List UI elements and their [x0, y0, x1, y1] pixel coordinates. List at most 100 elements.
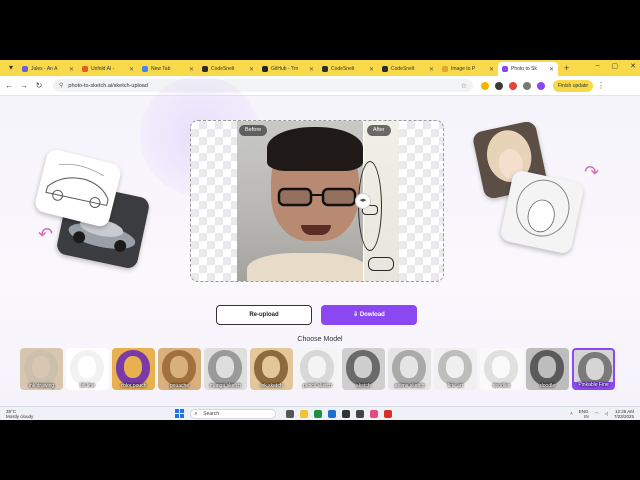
browser-tab[interactable]: New Tab ✕ — [138, 62, 198, 76]
after-label: After — [367, 125, 391, 136]
tab-close-icon[interactable]: ✕ — [249, 66, 254, 73]
browser-tab[interactable]: CodeSnelt ✕ — [198, 62, 258, 76]
back-icon[interactable]: ← — [3, 81, 15, 90]
address-text: photo-to-sketch.ai/sketch-upload — [68, 82, 148, 89]
close-window-icon[interactable]: ✕ — [630, 62, 636, 70]
hair-shape — [267, 127, 363, 171]
extension-icon[interactable] — [509, 81, 517, 90]
model-option[interactable]: gouache — [158, 348, 201, 390]
tab-favicon-icon — [502, 66, 508, 72]
browser-toolbar: ← → ↻ ⚲ photo-to-sketch.ai/sketch-upload… — [0, 76, 640, 96]
tab-favicon-icon — [82, 66, 88, 72]
model-option[interactable]: doodles — [480, 348, 523, 390]
car-sketch-image — [45, 163, 109, 209]
forward-icon[interactable]: → — [18, 81, 30, 90]
reupload-button[interactable]: Re-upload — [216, 305, 312, 325]
model-thumbnail-face — [124, 356, 142, 378]
model-thumbnail-face — [262, 356, 280, 378]
page-content: ↶ ◂▸ Before After ↷ Re-upload ⇩ Dowload … — [0, 76, 640, 406]
taskbar-search[interactable]: Search — [190, 408, 277, 419]
model-label: gouache — [169, 383, 190, 389]
tab-title: GitHub - Trn — [271, 66, 299, 72]
bookmark-star-icon[interactable]: ☆ — [461, 82, 467, 90]
finish-update-button[interactable]: Finish update — [553, 79, 594, 92]
app-icon[interactable] — [356, 409, 365, 418]
tab-favicon-icon — [262, 66, 268, 72]
tab-search-icon[interactable]: ▾ — [4, 62, 18, 74]
model-option[interactable]: ink drawing — [20, 348, 63, 390]
tab-list: Jules - An A ✕ Unfold AI - ✕ New Tab ✕ CodeSn… — [18, 60, 558, 76]
chrome-icon[interactable] — [314, 409, 323, 418]
language-indicator[interactable]: ENG IN — [579, 409, 589, 419]
model-option[interactable]: anime sketch — [388, 348, 431, 390]
model-option[interactable]: bit line — [66, 348, 109, 390]
extension-icon[interactable] — [495, 81, 503, 90]
tab-title: Photo to Sk — [511, 66, 537, 72]
model-thumbnail-face — [354, 356, 372, 378]
language-code: ENG — [578, 408, 589, 414]
browser-tab[interactable]: Unfold AI - ✕ — [78, 62, 138, 76]
wifi-icon[interactable]: ◠ — [595, 411, 599, 417]
browser-tab[interactable]: CodeSnelt ✕ — [378, 62, 438, 76]
model-option[interactable]: manga sketch — [204, 348, 247, 390]
window-controls: – ▢ ✕ — [596, 62, 636, 70]
choose-model-heading: Choose Model — [297, 336, 343, 343]
model-option[interactable]: pencil sketch — [296, 348, 339, 390]
tab-close-icon[interactable]: ✕ — [129, 66, 134, 73]
browser-menu-icon[interactable]: ⋮ — [597, 81, 605, 90]
region-code: IN — [584, 413, 589, 419]
before-after-compare[interactable]: ◂▸ Before After — [190, 120, 444, 282]
browser-tab[interactable]: CodeSnelt ✕ — [318, 62, 378, 76]
browser-tab[interactable]: GitHub - Trn ✕ — [258, 62, 318, 76]
model-list: ink drawing bit line color pouch gouache man… — [20, 348, 620, 392]
model-option[interactable]: Pinkable Fine — [572, 348, 615, 390]
download-button[interactable]: ⇩ Dowload — [321, 305, 417, 325]
task-view-icon[interactable] — [286, 409, 295, 418]
sketch-stroke — [368, 257, 394, 271]
site-info-icon[interactable]: ⚲ — [59, 82, 63, 89]
browser-tab[interactable]: Jules - An A ✕ — [18, 62, 78, 76]
clock[interactable]: 12:26 AM 7/23/2025 — [614, 409, 634, 419]
tab-close-icon[interactable]: ✕ — [489, 66, 494, 73]
tab-close-icon[interactable]: ✕ — [69, 66, 74, 73]
vscode-icon[interactable] — [328, 409, 337, 418]
model-label: anime sketch — [394, 383, 425, 389]
browser-tab[interactable]: Photo to Sk ✕ — [498, 62, 558, 76]
app-icon[interactable] — [370, 409, 379, 418]
minimize-icon[interactable]: – — [596, 62, 600, 70]
tab-favicon-icon — [322, 66, 328, 72]
start-button[interactable] — [175, 409, 185, 418]
model-thumbnail-face — [538, 356, 556, 378]
before-label: Before — [239, 125, 268, 136]
model-option[interactable]: color pouch — [112, 348, 155, 390]
new-tab-button[interactable]: + — [564, 63, 569, 73]
model-thumbnail-face — [586, 358, 604, 380]
reload-icon[interactable]: ↻ — [33, 81, 45, 90]
glasses-shape — [277, 187, 357, 207]
model-label: color pouch — [120, 383, 147, 389]
portrait-sketch-card — [499, 169, 585, 255]
model-option[interactable]: doodle — [526, 348, 569, 390]
tab-close-icon[interactable]: ✕ — [189, 66, 194, 73]
file-explorer-icon[interactable] — [300, 409, 309, 418]
extension-icon[interactable] — [481, 81, 489, 90]
compare-slider-handle[interactable]: ◂▸ — [355, 193, 371, 209]
volume-icon[interactable]: ◁ — [605, 411, 608, 417]
tab-close-icon[interactable]: ✕ — [429, 66, 434, 73]
address-bar[interactable]: ⚲ photo-to-sketch.ai/sketch-upload ☆ — [53, 79, 473, 92]
weather-widget[interactable]: 38°C Mostly cloudy — [6, 409, 33, 419]
model-option[interactable]: line art — [434, 348, 477, 390]
tab-close-icon[interactable]: ✕ — [309, 66, 314, 73]
profile-avatar[interactable] — [537, 81, 545, 90]
tab-close-icon[interactable]: ✕ — [369, 66, 374, 73]
chevron-up-icon[interactable]: ˄ — [570, 411, 573, 416]
maximize-icon[interactable]: ▢ — [612, 62, 619, 70]
tab-close-icon[interactable]: ✕ — [549, 66, 554, 73]
app-icon[interactable] — [384, 409, 393, 418]
model-option[interactable]: sketch — [342, 348, 385, 390]
terminal-icon[interactable] — [342, 409, 351, 418]
download-button-label: Dowload — [359, 312, 385, 318]
browser-tab[interactable]: Image to P ✕ — [438, 62, 498, 76]
model-option[interactable]: ink sketch — [250, 348, 293, 390]
extensions-puzzle-icon[interactable] — [523, 81, 531, 90]
